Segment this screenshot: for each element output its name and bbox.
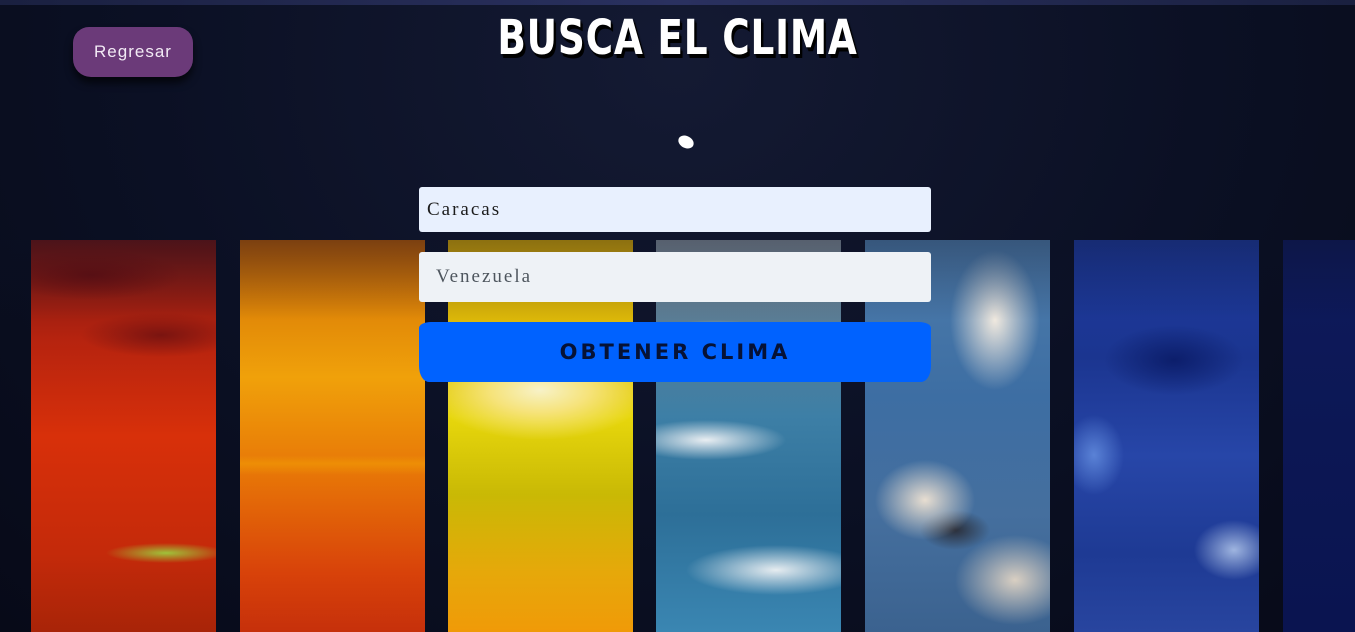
sky-strip-night — [1283, 240, 1355, 632]
city-input[interactable] — [419, 187, 931, 232]
sky-strip-orange — [240, 240, 425, 632]
weather-page: Regresar BUSCA EL CLIMA OBTENER CLIMA — [0, 0, 1355, 632]
country-input[interactable] — [419, 252, 931, 302]
top-border — [0, 0, 1355, 5]
page-title: BUSCA EL CLIMA — [497, 10, 858, 66]
get-weather-button[interactable]: OBTENER CLIMA — [419, 322, 931, 382]
loading-spinner-icon — [676, 133, 696, 151]
sky-strip-red — [31, 240, 216, 632]
sky-strip-deep-blue — [1074, 240, 1259, 632]
